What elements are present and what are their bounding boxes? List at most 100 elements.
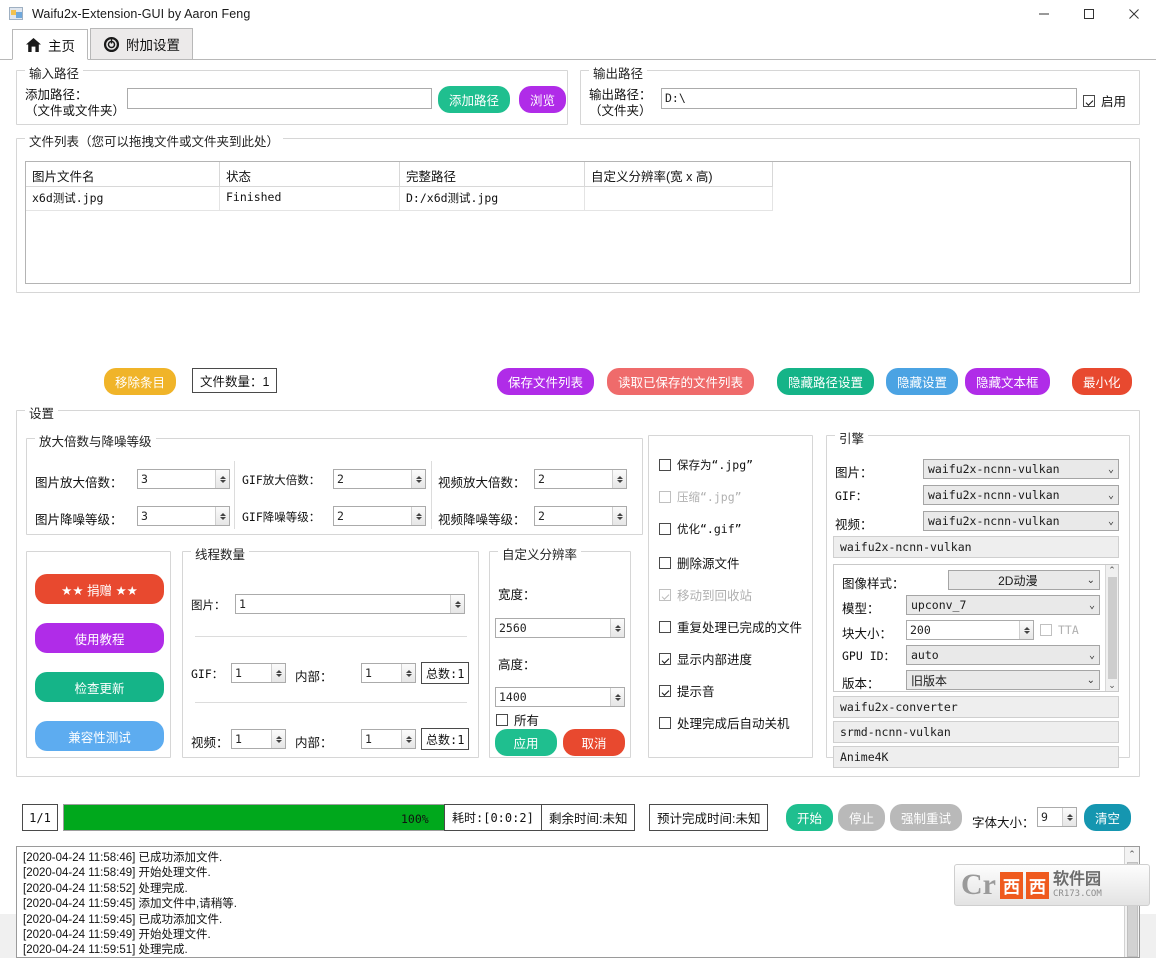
maximize-icon[interactable]	[1066, 0, 1111, 27]
column-header-fullpath[interactable]: 完整路径	[400, 162, 585, 187]
thread-video-inner-spinner[interactable]: 1	[361, 729, 416, 749]
thread-gif-inner-spinner[interactable]: 1	[361, 663, 416, 683]
video-scale-label: 视频放大倍数：	[438, 476, 526, 490]
donate-button[interactable]: ★★ 捐赠 ★★	[35, 574, 164, 604]
spinner-arrows-icon[interactable]	[215, 507, 229, 525]
all-label: 所有	[514, 714, 540, 728]
scroll-up-icon[interactable]: ⌃	[1128, 847, 1136, 860]
hide-path-settings-button[interactable]: 隐藏路径设置	[777, 368, 875, 395]
minimize-icon[interactable]	[1021, 0, 1066, 27]
spinner-arrows-icon[interactable]	[401, 730, 415, 748]
spinner-arrows-icon[interactable]	[215, 470, 229, 488]
gpu-id-label: GPU ID：	[842, 649, 896, 663]
apply-button[interactable]: 应用	[495, 729, 557, 756]
engine-video-select[interactable]: waifu2x-ncnn-vulkan ⌄	[923, 511, 1119, 531]
spinner-arrows-icon[interactable]	[612, 507, 626, 525]
gif-scale-spinner[interactable]: 2	[333, 469, 426, 489]
column-header-filename[interactable]: 图片文件名	[26, 162, 220, 187]
reprocess-finished-checkbox[interactable]: 重复处理已完成的文件	[659, 617, 802, 636]
check-update-button[interactable]: 检查更新	[35, 672, 164, 702]
image-denoise-spinner[interactable]: 3	[137, 506, 230, 526]
custom-resolution-group: 自定义分辨率 宽度： 2560 高度： 1400 所有 应用 取消	[489, 544, 631, 758]
model-value: upconv_7	[911, 598, 967, 612]
engine-item-srmd-ncnn-vulkan[interactable]: srmd-ncnn-vulkan	[833, 721, 1119, 743]
hide-textbox-button[interactable]: 隐藏文本框	[965, 368, 1050, 395]
gpu-id-select[interactable]: auto ⌄	[906, 645, 1100, 665]
start-button[interactable]: 开始	[786, 804, 834, 831]
minimize-window-button[interactable]: 最小化	[1072, 368, 1132, 395]
block-size-spinner[interactable]: 200	[906, 620, 1034, 640]
scroll-down-icon[interactable]: ⌄	[1108, 680, 1116, 691]
spinner-arrows-icon[interactable]	[610, 688, 624, 706]
output-path-caption: 输出路径	[589, 63, 648, 82]
spinner-arrows-icon[interactable]	[1062, 808, 1076, 826]
save-file-list-button[interactable]: 保存文件列表	[497, 368, 595, 395]
thread-image-value: 1	[239, 597, 246, 611]
spinner-arrows-icon[interactable]	[612, 470, 626, 488]
clear-log-button[interactable]: 清空	[1084, 804, 1132, 831]
save-as-jpg-checkbox[interactable]: 保存为“.jpg”	[659, 457, 753, 473]
model-select[interactable]: upconv_7 ⌄	[906, 595, 1100, 615]
thread-video-total: 总数:1	[421, 728, 470, 750]
height-spinner[interactable]: 1400	[495, 687, 625, 707]
tutorial-button[interactable]: 使用教程	[35, 623, 164, 653]
show-internal-progress-checkbox[interactable]: 显示内部进度	[659, 649, 752, 668]
cancel-button[interactable]: 取消	[563, 729, 625, 756]
spinner-arrows-icon[interactable]	[411, 470, 425, 488]
thread-video-value: 1	[235, 732, 242, 746]
video-denoise-spinner[interactable]: 2	[534, 506, 627, 526]
engine-image-value: waifu2x-ncnn-vulkan	[928, 462, 1060, 476]
engine-item-waifu2x-converter[interactable]: waifu2x-converter	[833, 696, 1119, 718]
image-scale-spinner[interactable]: 3	[137, 469, 230, 489]
thread-image-spinner[interactable]: 1	[235, 594, 465, 614]
remove-item-button[interactable]: 移除条目	[104, 368, 177, 395]
output-path-input[interactable]: D:\	[661, 88, 1077, 109]
engine-gif-select[interactable]: waifu2x-ncnn-vulkan ⌄	[923, 485, 1119, 505]
scrollbar-thumb[interactable]	[1107, 577, 1117, 679]
move-to-recycle-bin-label: 移动到回收站	[677, 589, 753, 603]
delete-source-checkbox[interactable]: 删除源文件	[659, 553, 740, 572]
engine-image-select[interactable]: waifu2x-ncnn-vulkan ⌄	[923, 459, 1119, 479]
tab-home-label: 主页	[48, 38, 75, 54]
video-scale-spinner[interactable]: 2	[534, 469, 627, 489]
cell-filename: x6d测试.jpg	[26, 187, 220, 211]
gif-denoise-spinner[interactable]: 2	[333, 506, 426, 526]
hide-settings-button[interactable]: 隐藏设置	[886, 368, 959, 395]
engine-selected-item[interactable]: waifu2x-ncnn-vulkan	[833, 536, 1119, 558]
width-spinner[interactable]: 2560	[495, 618, 625, 638]
optimize-gif-checkbox[interactable]: 优化“.gif”	[659, 521, 742, 537]
notification-sound-checkbox[interactable]: 提示音	[659, 681, 715, 700]
table-row[interactable]: x6d测试.jpg Finished D:/x6d测试.jpg	[26, 187, 1130, 211]
column-header-custom-resolution[interactable]: 自定义分辨率(宽 x 高)	[585, 162, 773, 187]
image-style-select[interactable]: 2D动漫 ⌄	[948, 570, 1100, 590]
spinner-arrows-icon[interactable]	[271, 664, 285, 682]
add-path-button[interactable]: 添加路径	[438, 86, 511, 113]
engine-item-anime4k[interactable]: Anime4K	[833, 746, 1119, 768]
version-select[interactable]: 旧版本 ⌄	[906, 670, 1100, 690]
spinner-arrows-icon[interactable]	[610, 619, 624, 637]
scroll-up-icon[interactable]: ⌃	[1108, 565, 1116, 576]
shutdown-after-finish-checkbox[interactable]: 处理完成后自动关机	[659, 713, 790, 732]
spinner-arrows-icon[interactable]	[271, 730, 285, 748]
tab-home[interactable]: 主页	[12, 29, 88, 60]
font-size-spinner[interactable]: 9	[1037, 807, 1077, 827]
spinner-arrows-icon[interactable]	[450, 595, 464, 613]
spinner-arrows-icon[interactable]	[411, 507, 425, 525]
spinner-arrows-icon[interactable]	[1019, 621, 1033, 639]
file-list-table[interactable]: 图片文件名 状态 完整路径 自定义分辨率(宽 x 高) x6d测试.jpg Fi…	[25, 161, 1131, 284]
close-icon[interactable]	[1111, 0, 1156, 27]
compatibility-test-button[interactable]: 兼容性测试	[35, 721, 164, 751]
engine-params-scrollbar[interactable]: ⌃ ⌄	[1105, 565, 1118, 691]
thread-gif-spinner[interactable]: 1	[231, 663, 286, 683]
spinner-arrows-icon[interactable]	[401, 664, 415, 682]
output-enable-checkbox[interactable]: 启用	[1083, 91, 1126, 110]
read-saved-list-button[interactable]: 读取已保存的文件列表	[607, 368, 755, 395]
clear-list-button[interactable]: 清空列表	[22, 368, 94, 395]
image-denoise-label: 图片降噪等级：	[35, 513, 123, 527]
tab-extra-settings[interactable]: 附加设置	[90, 28, 193, 59]
all-checkbox[interactable]: 所有	[496, 710, 539, 729]
add-path-input[interactable]	[127, 88, 432, 109]
browse-button[interactable]: 浏览	[519, 86, 567, 113]
column-header-status[interactable]: 状态	[220, 162, 400, 187]
thread-video-spinner[interactable]: 1	[231, 729, 286, 749]
